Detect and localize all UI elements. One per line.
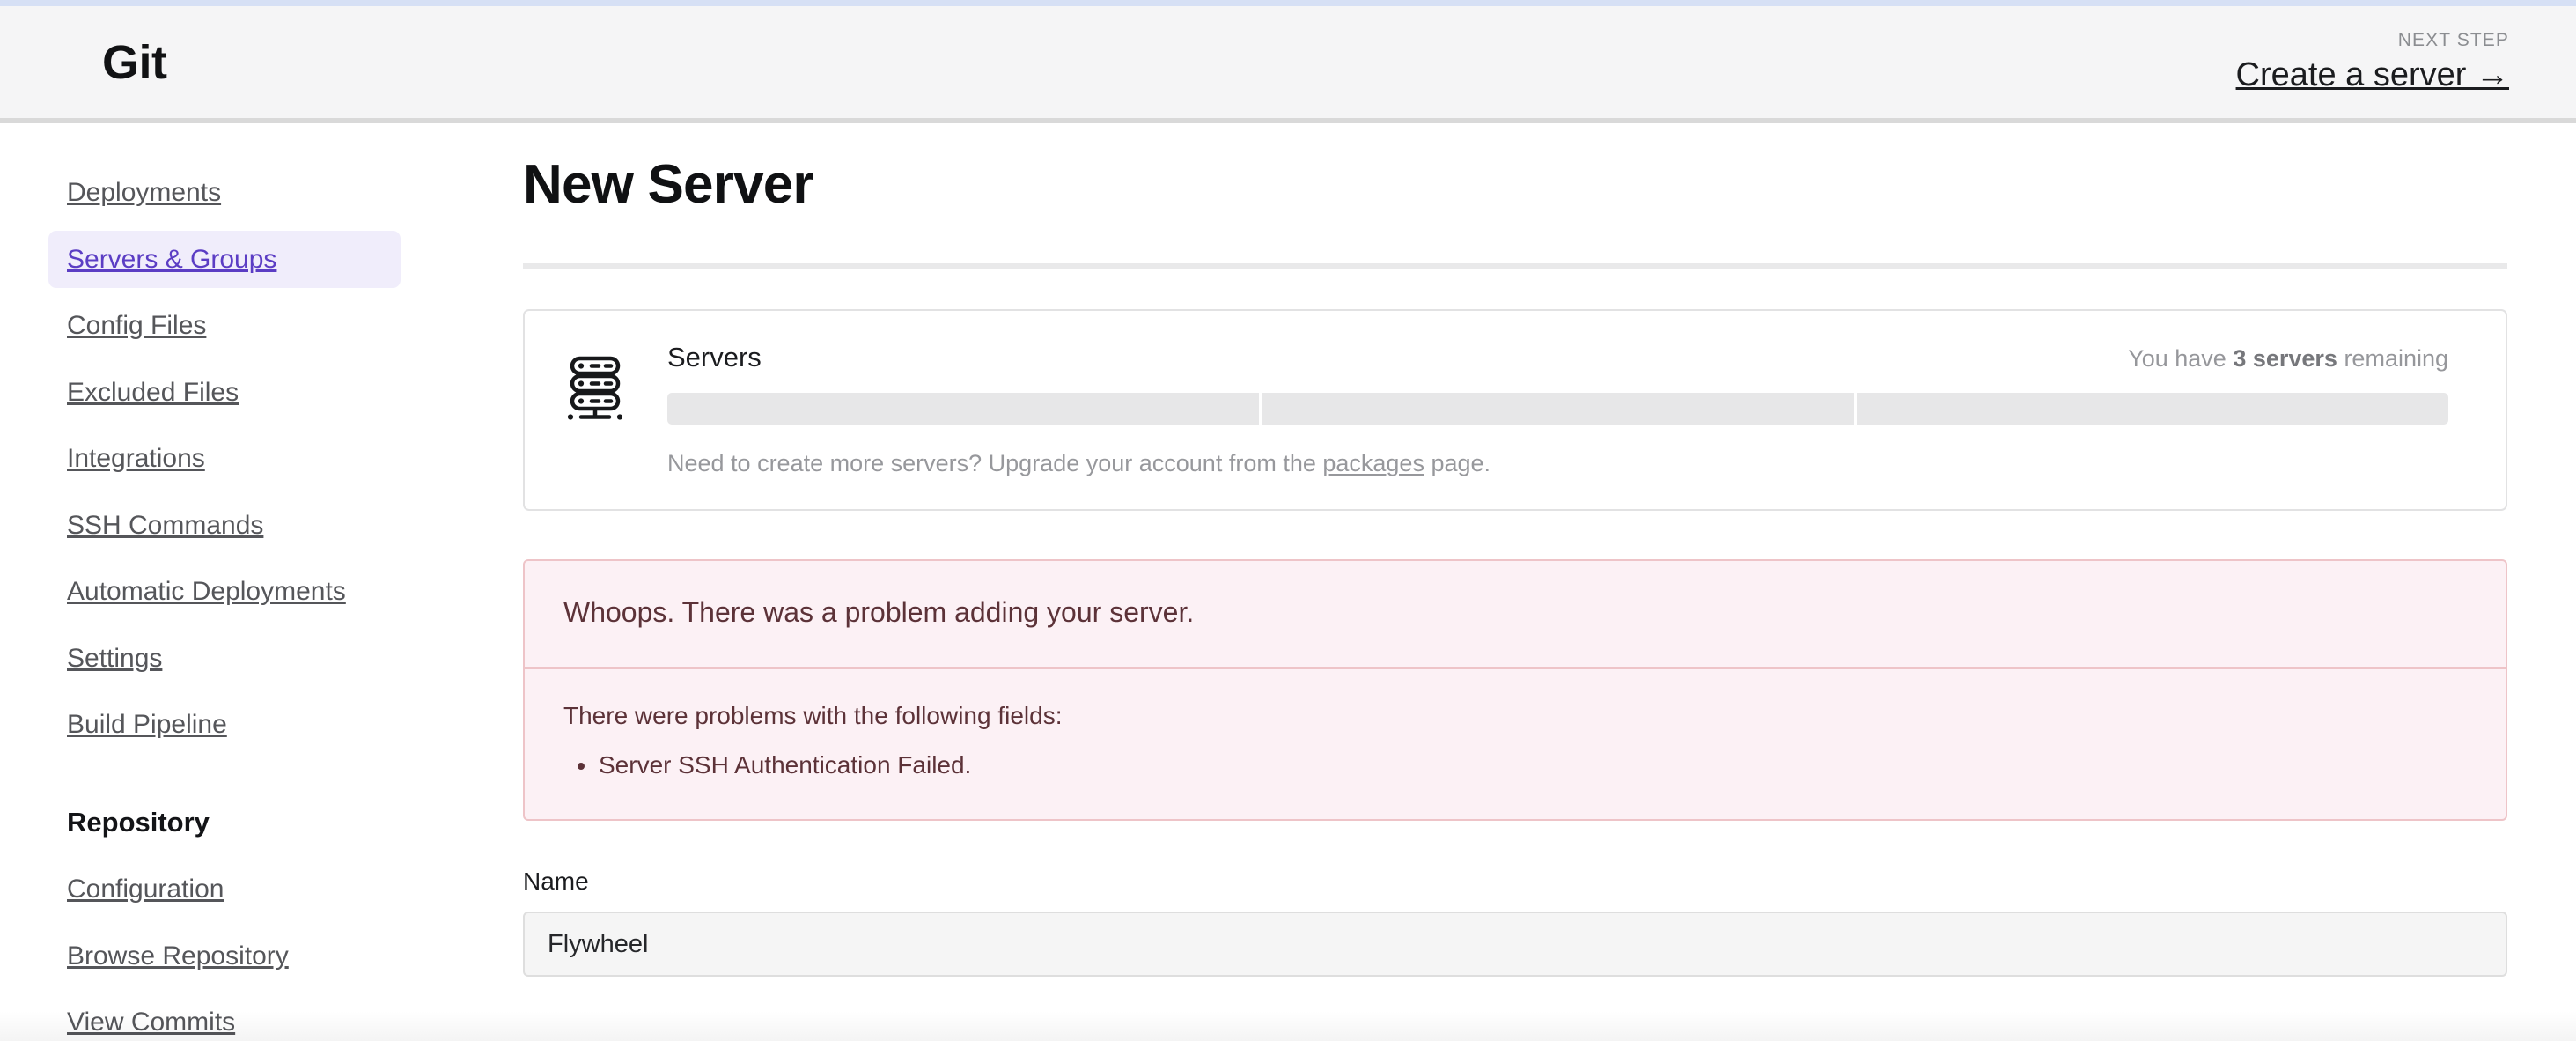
page-body: Deployments Servers & Groups Config File… [0, 123, 2576, 1041]
main-content: New Server [449, 123, 2576, 977]
meter-segment [1857, 393, 2448, 425]
meter-segment [1262, 393, 1853, 425]
app-root: Git NEXT STEP Create a server → Deployme… [0, 0, 2576, 1041]
title-divider [523, 263, 2507, 269]
sidebar-item-automatic-deployments[interactable]: Automatic Deployments [48, 563, 401, 621]
servers-card-title: Servers [667, 341, 762, 373]
sidebar-item-servers-and-groups[interactable]: Servers & Groups [48, 231, 401, 289]
servers-card-header: Servers You have 3 servers remaining [667, 341, 2448, 373]
sidebar-nav: Deployments Servers & Groups Config File… [0, 123, 449, 1041]
note-suffix: page. [1424, 450, 1490, 476]
server-rack-icon [567, 355, 629, 426]
quota-suffix: remaining [2337, 345, 2448, 372]
list-item: Server SSH Authentication Failed. [563, 749, 2467, 782]
sidebar-item-excluded-files[interactable]: Excluded Files [48, 364, 401, 422]
sidebar-section-heading-repository: Repository [48, 794, 401, 853]
name-field-label: Name [523, 867, 2507, 897]
packages-link[interactable]: packages [1322, 450, 1424, 476]
sidebar-item-ssh-commands[interactable]: SSH Commands [48, 497, 401, 555]
servers-quota-card: Servers You have 3 servers remaining Nee… [523, 309, 2507, 511]
sidebar-item-configuration[interactable]: Configuration [48, 860, 401, 919]
sidebar-item-settings[interactable]: Settings [48, 630, 401, 688]
servers-card-body: Servers You have 3 servers remaining Nee… [667, 341, 2448, 479]
meter-segment [667, 393, 1259, 425]
sidebar-item-deployments[interactable]: Deployments [48, 164, 401, 222]
servers-quota-text: You have 3 servers remaining [2128, 345, 2448, 373]
top-accent-strip [0, 0, 2576, 6]
servers-upgrade-note: Need to create more servers? Upgrade you… [667, 448, 2448, 479]
error-alert-heading: Whoops. There was a problem adding your … [525, 561, 2506, 669]
sidebar-item-browse-repository[interactable]: Browse Repository [48, 927, 401, 986]
sidebar-item-integrations[interactable]: Integrations [48, 430, 401, 488]
error-alert-body: There were problems with the following f… [525, 669, 2506, 819]
quota-prefix: You have [2128, 345, 2233, 372]
error-alert-list: Server SSH Authentication Failed. [563, 749, 2467, 782]
next-step-block: NEXT STEP Create a server → [2236, 31, 2509, 93]
sidebar-item-build-pipeline[interactable]: Build Pipeline [48, 696, 401, 754]
error-alert-body-title: There were problems with the following f… [563, 699, 2467, 733]
next-step-link[interactable]: Create a server → [2236, 58, 2509, 93]
brand-logo[interactable]: Git [102, 39, 167, 86]
servers-quota-meter [667, 393, 2448, 425]
app-header: Git NEXT STEP Create a server → [0, 6, 2576, 123]
sidebar-item-config-files[interactable]: Config Files [48, 297, 401, 355]
sidebar-item-view-commits[interactable]: View Commits [48, 993, 401, 1041]
name-input[interactable] [523, 912, 2507, 977]
page-title: New Server [523, 155, 2507, 215]
note-prefix: Need to create more servers? Upgrade you… [667, 450, 1322, 476]
next-step-label: NEXT STEP [2236, 31, 2509, 50]
error-alert: Whoops. There was a problem adding your … [523, 559, 2507, 820]
quota-count: 3 servers [2233, 345, 2337, 372]
name-field-group: Name [523, 867, 2507, 978]
